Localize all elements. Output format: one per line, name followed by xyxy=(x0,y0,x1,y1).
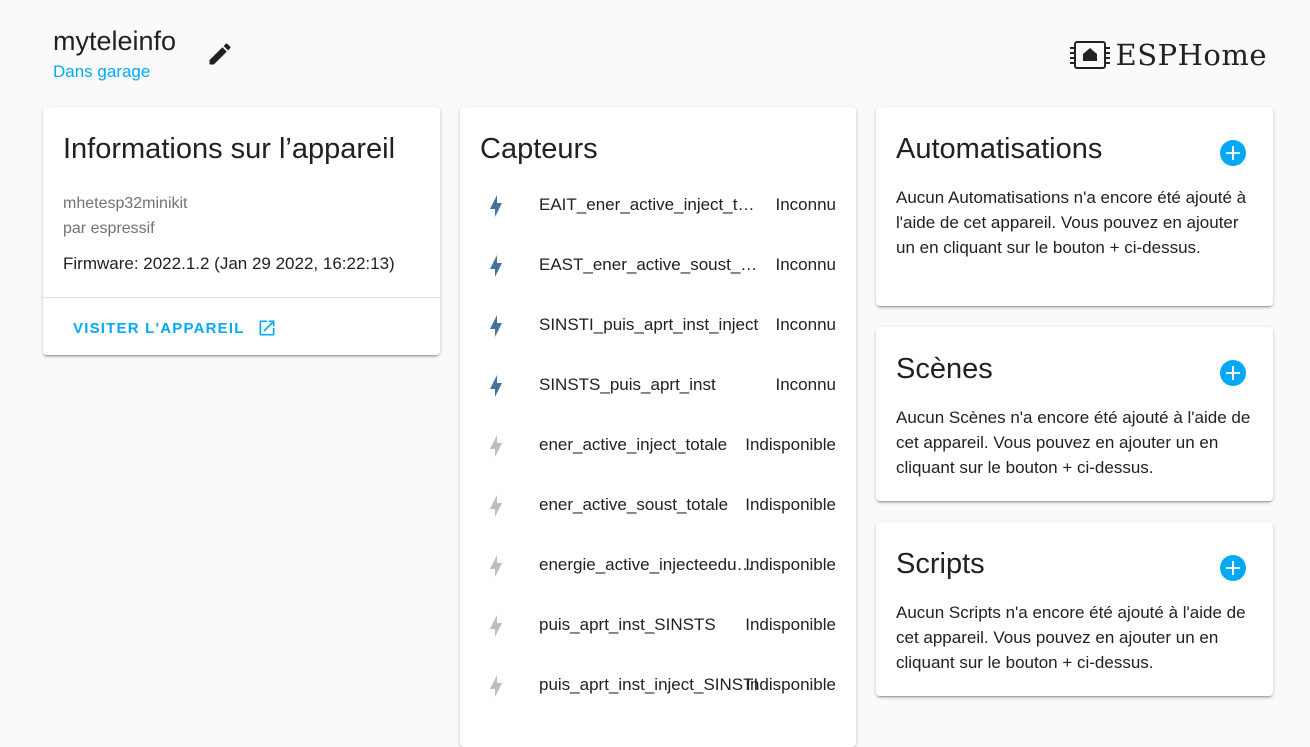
sensor-row[interactable]: EAST_ener_active_soust_totale Inconnu xyxy=(460,236,856,296)
sensor-row[interactable]: SINSTI_puis_aprt_inst_inject Inconnu xyxy=(460,296,856,356)
sensor-row[interactable]: puis_aprt_inst_inject_SINSTI Indisponible xyxy=(460,656,856,716)
flash-icon xyxy=(484,554,508,578)
sensor-state: Indisponible xyxy=(745,675,836,694)
scripts-description: Aucun Scripts n'a encore été ajouté à l'… xyxy=(896,603,1246,672)
sensor-state: Indisponible xyxy=(745,435,836,454)
sensor-name: puis_aprt_inst_SINSTS xyxy=(539,615,716,634)
sensor-state: Indisponible xyxy=(745,495,836,514)
sensor-name: SINSTS_puis_aprt_inst xyxy=(539,375,716,394)
device-info-card: Informations sur l’appareil mhetesp32min… xyxy=(43,107,440,355)
card-divider xyxy=(43,297,440,298)
flash-icon xyxy=(484,254,508,278)
sensor-row[interactable]: ener_active_inject_totale Indisponible xyxy=(460,416,856,476)
sensor-name: EAIT_ener_active_inject_totale xyxy=(539,195,761,214)
area-link[interactable]: Dans garage xyxy=(53,62,176,82)
visit-device-label: VISITER L'APPAREIL xyxy=(73,319,245,337)
sensor-row[interactable]: ener_active_soust_totale Indisponible xyxy=(460,476,856,536)
scripts-title: Scripts xyxy=(896,548,985,580)
add-automation-button[interactable] xyxy=(1220,140,1246,166)
pencil-icon xyxy=(209,43,231,65)
sensor-name: ener_active_inject_totale xyxy=(539,435,728,454)
scripts-card: Scripts Aucun Scripts n'a encore été ajo… xyxy=(876,522,1273,696)
scenes-description: Aucun Scènes n'a encore été ajouté à l'a… xyxy=(896,408,1251,477)
sensor-name: energie_active_injecteedu_jour xyxy=(539,555,761,574)
add-script-button[interactable] xyxy=(1220,555,1246,581)
add-scene-button[interactable] xyxy=(1220,360,1246,386)
sensor-state: Inconnu xyxy=(775,195,837,214)
sensor-name: SINSTI_puis_aprt_inst_inject xyxy=(539,315,759,334)
sensor-state: Indisponible xyxy=(745,555,836,574)
page-header: myteleinfo Dans garage xyxy=(53,24,176,82)
open-in-new-icon xyxy=(259,320,275,336)
automations-description: Aucun Automatisations n'a encore été ajo… xyxy=(896,188,1247,257)
sensor-name: ener_active_soust_totale xyxy=(539,495,729,514)
sensor-state: Inconnu xyxy=(775,315,837,334)
sensor-row[interactable]: puis_aprt_inst_SINSTS Indisponible xyxy=(460,596,856,656)
flash-icon xyxy=(484,494,508,518)
edit-button[interactable] xyxy=(206,40,234,68)
sensor-state: Indisponible xyxy=(745,615,836,634)
flash-icon xyxy=(484,194,508,218)
sensor-name: puis_aprt_inst_inject_SINSTI xyxy=(539,675,759,694)
sensor-row[interactable]: energie_active_injecteedu_jour Indisponib… xyxy=(460,536,856,596)
esphome-logo: ESPHome xyxy=(1069,38,1267,72)
automations-title: Automatisations xyxy=(896,133,1103,165)
sensor-name: EAST_ener_active_soust_totale xyxy=(539,255,761,274)
flash-icon xyxy=(484,434,508,458)
flash-icon xyxy=(484,674,508,698)
device-name: myteleinfo xyxy=(53,26,177,56)
sensor-state: Inconnu xyxy=(775,375,837,394)
device-firmware: Firmware: 2022.1.2 (Jan 29 2022, 16:22:1… xyxy=(63,254,395,273)
device-info-title: Informations sur l’appareil xyxy=(63,133,396,165)
device-manufacturer: par espressif xyxy=(63,220,155,237)
automations-card: Automatisations Aucun Automatisations n'… xyxy=(876,107,1273,306)
visit-device-button[interactable]: VISITER L'APPAREIL xyxy=(73,318,277,338)
scenes-card: Scènes Aucun Scènes n'a encore été ajout… xyxy=(876,327,1273,501)
sensors-title: Capteurs xyxy=(480,133,598,165)
sensors-card: Capteurs EAIT_ener_active_inject_totale I… xyxy=(460,107,856,747)
logo-text: ESPHome xyxy=(1115,38,1267,72)
scenes-title: Scènes xyxy=(896,353,993,385)
esphome-chip-icon xyxy=(1069,41,1110,69)
sensor-row[interactable]: SINSTS_puis_aprt_inst Inconnu xyxy=(460,356,856,416)
sensor-row[interactable]: EAIT_ener_active_inject_totale Inconnu xyxy=(460,176,856,236)
flash-icon xyxy=(484,374,508,398)
device-model: mhetesp32minikit xyxy=(63,195,188,212)
flash-icon xyxy=(484,614,508,638)
sensor-state: Inconnu xyxy=(775,255,837,274)
flash-icon xyxy=(484,314,508,338)
